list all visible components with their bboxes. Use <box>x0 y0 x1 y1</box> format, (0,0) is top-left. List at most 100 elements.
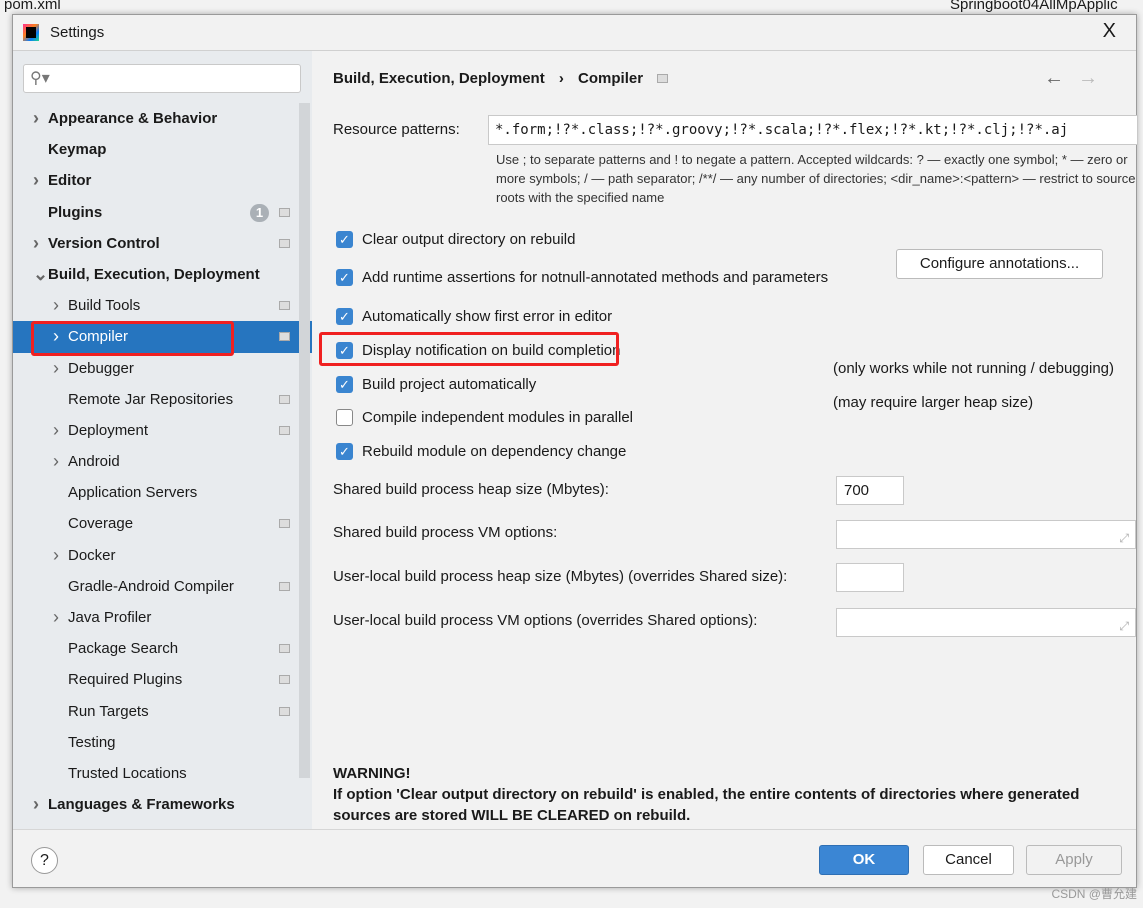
option-label: Build project automatically <box>362 376 537 393</box>
breadcrumb-separator: › <box>558 70 564 87</box>
sidebar-item-label: Appearance & Behavior <box>48 110 218 127</box>
settings-sidebar: ⚲▾ › Appearance & Behavior Keymap › Editor Pl… <box>13 51 312 829</box>
field-label: User-local build process heap size (Mbyt… <box>333 568 788 585</box>
expand-icon[interactable]: ⤢ <box>1119 613 1129 640</box>
sidebar-item-label: Application Servers <box>68 484 198 502</box>
project-level-icon <box>279 332 290 342</box>
chevron-right-icon[interactable]: › <box>53 602 59 633</box>
apply-button[interactable]: Apply <box>1026 845 1122 875</box>
sidebar-item[interactable]: Remote Jar Repositories <box>13 384 312 415</box>
sidebar-item[interactable]: › Deployment <box>13 415 312 446</box>
checkbox-icon[interactable]: ✓ <box>336 308 353 325</box>
option-label: Clear output directory on rebuild <box>362 231 576 248</box>
option-label: Add runtime assertions for notnull-annot… <box>362 269 829 286</box>
sidebar-item[interactable]: ⌄ Build, Execution, Deployment <box>13 259 312 290</box>
sidebar-item-label: Coverage <box>68 515 134 533</box>
sidebar-item[interactable]: › Editor <box>13 165 312 196</box>
sidebar-item-label: Languages & Frameworks <box>48 796 235 814</box>
cancel-button[interactable]: Cancel <box>923 845 1014 875</box>
checkbox-icon[interactable]: ✓ <box>336 376 353 393</box>
sidebar-item[interactable]: › Languages & Frameworks <box>13 789 312 820</box>
sidebar-scrollbar[interactable] <box>299 103 310 778</box>
search-input[interactable]: ⚲▾ <box>23 64 301 93</box>
checkbox-icon[interactable]: ✓ <box>336 269 353 286</box>
sidebar-item[interactable]: › Debugger <box>13 353 312 384</box>
sidebar-item[interactable]: Package Search <box>13 633 312 664</box>
help-button[interactable]: ? <box>31 847 58 874</box>
project-level-icon <box>279 394 290 404</box>
field-value: 700 <box>844 482 870 499</box>
ide-run-config[interactable]: Springboot04AllMpApplic <box>950 0 1118 13</box>
forward-arrow-icon[interactable]: → <box>1078 67 1098 89</box>
sidebar-item-label: Deployment <box>68 421 149 439</box>
back-arrow-icon[interactable]: ← <box>1044 67 1064 89</box>
sidebar-item-label: Run Targets <box>68 702 149 720</box>
sidebar-item[interactable]: Trusted Locations <box>13 758 312 789</box>
project-level-icon <box>657 74 669 83</box>
sidebar-item[interactable]: Application Servers <box>13 477 312 508</box>
dialog-footer: ? OK Cancel Apply <box>13 829 1136 889</box>
sidebar-item[interactable]: › Appearance & Behavior <box>13 103 312 134</box>
sidebar-item[interactable]: Required Plugins <box>13 664 312 695</box>
project-level-icon <box>279 706 290 716</box>
sidebar-item[interactable]: Gradle-Android Compiler <box>13 571 312 602</box>
sidebar-item[interactable]: Keymap <box>13 134 312 165</box>
sidebar-item-label: Remote Jar Repositories <box>68 390 234 408</box>
sidebar-item-label: Keymap <box>48 141 107 159</box>
settings-tree: › Appearance & Behavior Keymap › Editor Plugi… <box>13 103 312 820</box>
ide-background: pom.xml Springboot04AllMpApplic <box>0 0 1143 14</box>
field-label: Shared build process heap size (Mbytes): <box>333 481 609 498</box>
ok-button[interactable]: OK <box>819 845 909 875</box>
sidebar-item[interactable]: › Version Control <box>13 228 312 259</box>
chevron-right-icon[interactable]: › <box>33 165 39 196</box>
checkbox-icon[interactable]: ✓ <box>336 443 353 460</box>
configure-annotations-button[interactable]: Configure annotations... <box>896 249 1103 279</box>
option-label: Automatically show first error in editor <box>362 308 613 325</box>
sidebar-item-label: Build, Execution, Deployment <box>48 265 260 283</box>
field-input[interactable]: ⤢ <box>836 520 1136 549</box>
resource-patterns-hint: Use ; to separate patterns and ! to nega… <box>496 152 1136 205</box>
chevron-right-icon[interactable]: › <box>33 789 39 820</box>
expand-icon[interactable]: ⤢ <box>1119 525 1129 552</box>
sidebar-item-label: Trusted Locations <box>68 764 187 782</box>
resource-patterns-label: Resource patterns: <box>333 121 460 138</box>
sidebar-item[interactable]: Coverage <box>13 508 312 539</box>
chevron-right-icon[interactable]: › <box>53 290 59 321</box>
sidebar-item[interactable]: Testing <box>13 727 312 758</box>
sidebar-item[interactable]: › Build Tools <box>13 290 312 321</box>
field-input[interactable] <box>836 563 904 592</box>
compiler-panel: Build, Execution, Deployment › Compiler … <box>312 51 1138 829</box>
sidebar-item-label: Build Tools <box>68 297 141 315</box>
chevron-right-icon[interactable]: › <box>33 228 39 259</box>
chevron-right-icon[interactable]: › <box>53 415 59 446</box>
warning-body: If option 'Clear output directory on reb… <box>333 786 1080 824</box>
project-level-icon <box>279 238 290 248</box>
checkbox-icon[interactable] <box>336 409 353 426</box>
chevron-down-icon[interactable]: ⌄ <box>33 259 48 290</box>
sidebar-item[interactable]: Run Targets <box>13 696 312 727</box>
chevron-right-icon[interactable]: › <box>53 446 59 477</box>
chevron-right-icon[interactable]: › <box>33 103 39 134</box>
close-icon[interactable]: X <box>1103 20 1116 43</box>
sidebar-item-label: Testing <box>68 733 116 751</box>
sidebar-item[interactable]: › Android <box>13 446 312 477</box>
sidebar-item[interactable]: › Java Profiler <box>13 602 312 633</box>
option-label: Rebuild module on dependency change <box>362 443 627 460</box>
project-level-icon <box>279 207 290 217</box>
sidebar-item[interactable]: Plugins 1 <box>13 197 312 228</box>
field-input[interactable]: ⤢ <box>836 608 1136 637</box>
resource-patterns-input[interactable]: *.form;!?*.class;!?*.groovy;!?*.scala;!?… <box>488 115 1138 145</box>
sidebar-item[interactable]: › Docker <box>13 540 312 571</box>
auto-build-note: (only works while not running / debuggin… <box>833 360 1114 377</box>
project-level-icon <box>279 581 290 591</box>
field-input[interactable]: 700 <box>836 476 904 505</box>
checkbox-icon[interactable]: ✓ <box>336 231 353 248</box>
chevron-right-icon[interactable]: › <box>53 353 59 384</box>
warning-text: WARNING! If option 'Clear output directo… <box>333 763 1133 826</box>
ide-file-tab[interactable]: pom.xml <box>4 0 61 13</box>
intellij-logo-icon <box>23 24 39 41</box>
sidebar-item-label: Debugger <box>68 359 134 377</box>
breadcrumb-current: Compiler <box>578 70 644 87</box>
project-level-icon <box>279 675 290 685</box>
chevron-right-icon[interactable]: › <box>53 540 59 571</box>
